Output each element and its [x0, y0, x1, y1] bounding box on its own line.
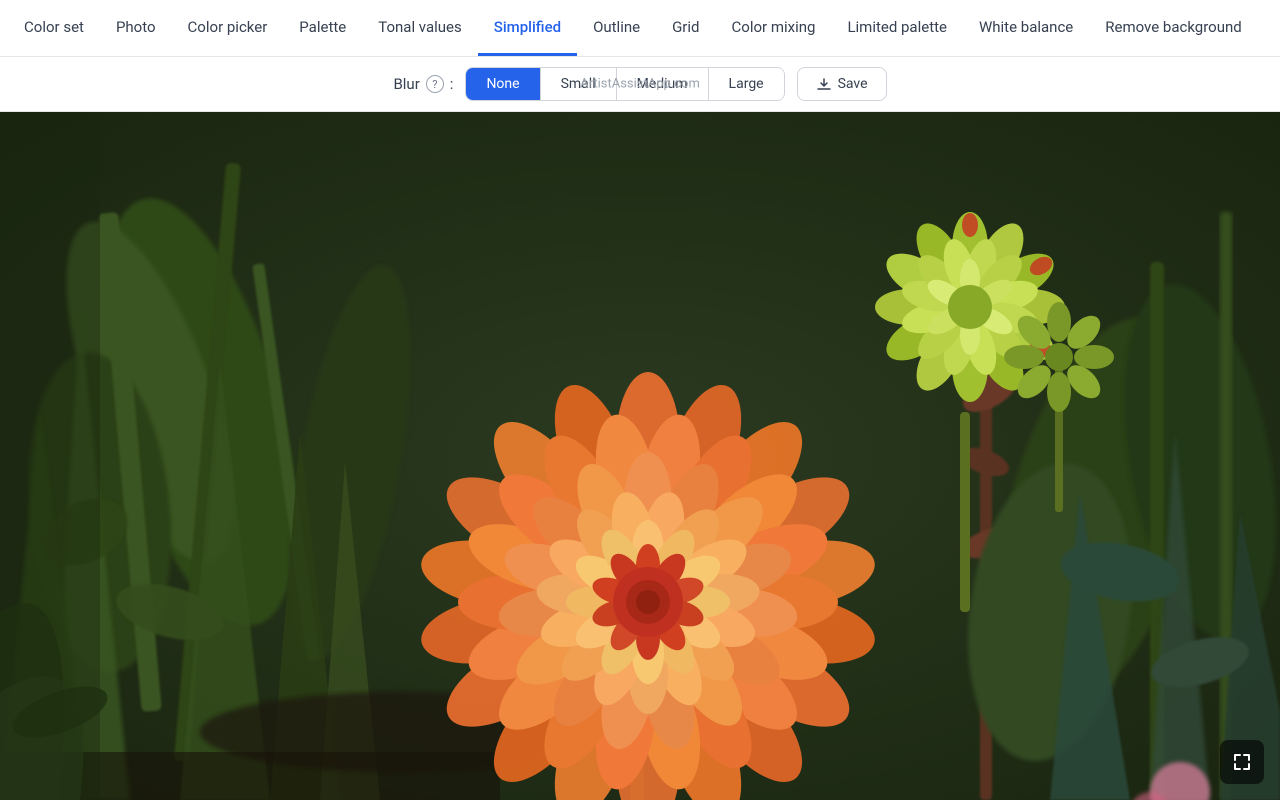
- watermark: ArtistAssistApp.com: [580, 77, 700, 92]
- image-area: [0, 112, 1280, 800]
- nav-item-color-mixing[interactable]: Color mixing: [716, 0, 832, 56]
- expand-icon: [1233, 753, 1251, 771]
- blur-text: Blur: [393, 75, 419, 93]
- blur-toolbar: Blur ? : NoneSmallMediumLarge Save Artis…: [0, 57, 1280, 112]
- nav-item-tonal-values[interactable]: Tonal values: [362, 0, 478, 56]
- blur-colon: :: [450, 75, 454, 93]
- top-navigation: Color setPhotoColor pickerPaletteTonal v…: [0, 0, 1280, 57]
- flower-image-svg: [0, 112, 1280, 800]
- nav-item-color-set[interactable]: Color set: [8, 0, 100, 56]
- save-label: Save: [838, 76, 868, 92]
- nav-item-white-balance[interactable]: White balance: [963, 0, 1089, 56]
- nav-item-outline[interactable]: Outline: [577, 0, 656, 56]
- blur-help-icon[interactable]: ?: [426, 75, 444, 93]
- nav-item-palette[interactable]: Palette: [283, 0, 362, 56]
- nav-item-color-picker[interactable]: Color picker: [172, 0, 284, 56]
- nav-item-limited-palette[interactable]: Limited palette: [831, 0, 963, 56]
- nav-item-grid[interactable]: Grid: [656, 0, 715, 56]
- save-icon: [816, 76, 832, 92]
- blur-btn-large[interactable]: Large: [709, 68, 784, 100]
- nav-item-simplified[interactable]: Simplified: [478, 0, 577, 56]
- expand-button[interactable]: [1220, 740, 1264, 784]
- blur-label: Blur ? :: [393, 75, 453, 93]
- blur-btn-none[interactable]: None: [466, 68, 540, 100]
- flower-canvas: [0, 112, 1280, 800]
- save-button[interactable]: Save: [797, 67, 887, 101]
- nav-item-remove-background[interactable]: Remove background: [1089, 0, 1257, 56]
- nav-item-photo[interactable]: Photo: [100, 0, 172, 56]
